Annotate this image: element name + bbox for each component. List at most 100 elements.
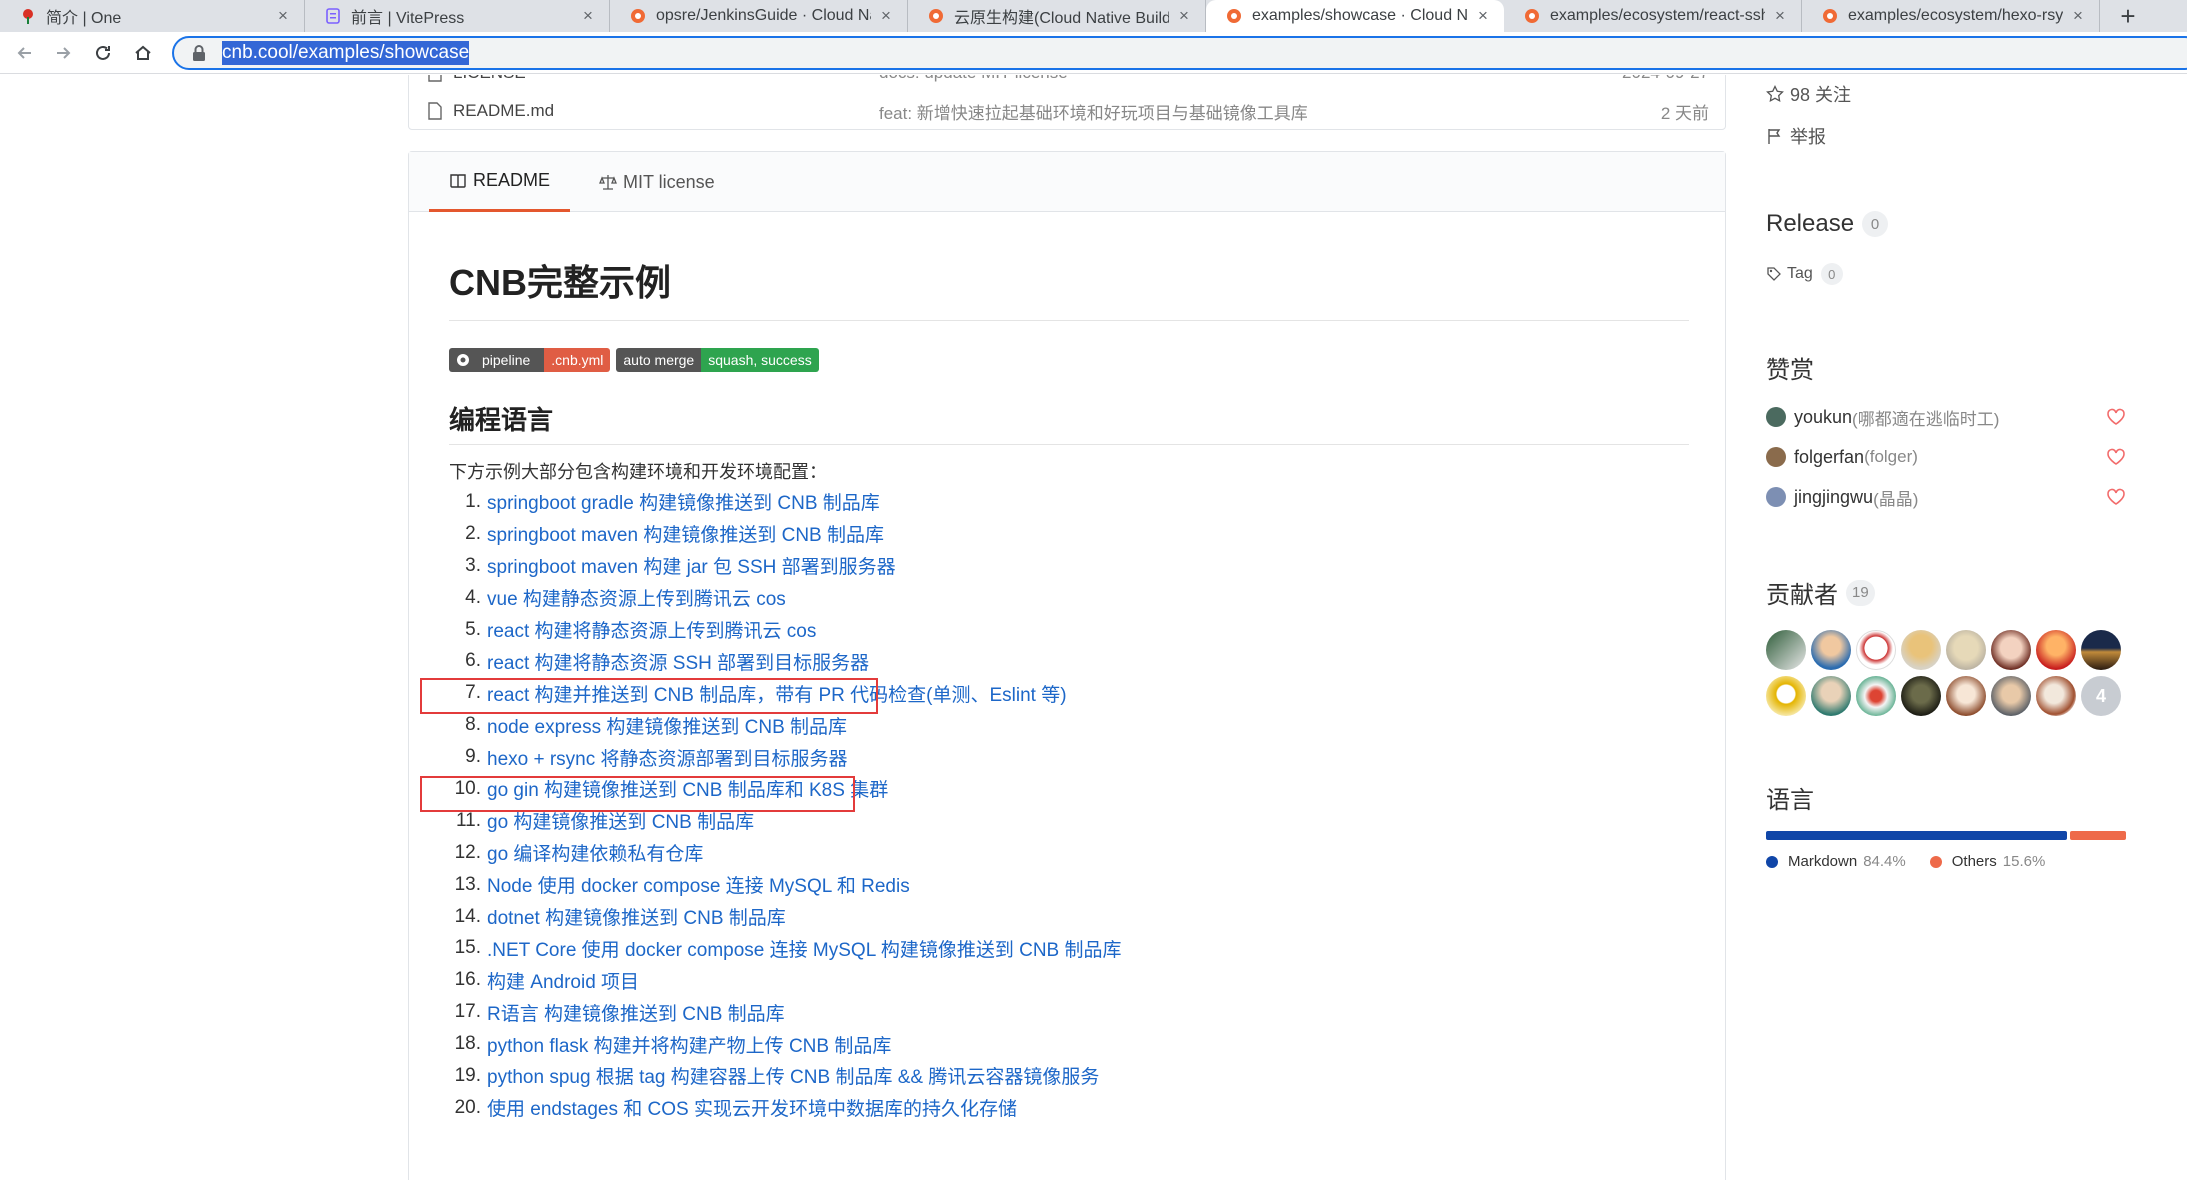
contributor-avatar[interactable] — [1946, 630, 1986, 670]
contributors-count: 19 — [1846, 579, 1875, 606]
home-button[interactable] — [128, 38, 158, 68]
cnb-favicon-icon — [1524, 8, 1540, 24]
example-link[interactable]: python spug 根据 tag 构建容器上传 CNB 制品库 && 腾讯云… — [487, 1062, 1099, 1089]
language-percent: 15.6% — [2002, 853, 2046, 870]
example-link[interactable]: Node 使用 docker compose 连接 MySQL 和 Redis — [487, 871, 910, 898]
example-link[interactable]: go 编译构建依赖私有仓库 — [487, 839, 703, 866]
tab-title: 简介 | One — [46, 10, 122, 27]
readme-title: CNB完整示例 — [449, 262, 671, 303]
sponsors-heading: 赞赏 — [1766, 357, 1814, 384]
example-link[interactable]: springboot maven 构建 jar 包 SSH 部署到服务器 — [487, 552, 896, 579]
close-tab-icon[interactable]: × — [1175, 6, 1193, 26]
back-button[interactable] — [10, 38, 40, 68]
close-tab-icon[interactable]: × — [877, 6, 895, 26]
list-item: 5. react 构建将静态资源上传到腾讯云 cos — [449, 614, 1122, 646]
browser-tab-5-active[interactable]: examples/showcase · Cloud N × — [1206, 0, 1504, 32]
tab-readme[interactable]: README — [429, 152, 571, 212]
contributor-avatar[interactable] — [1901, 676, 1941, 716]
forward-button[interactable] — [48, 38, 78, 68]
example-link[interactable]: node express 构建镜像推送到 CNB 制品库 — [487, 712, 847, 739]
browser-tab-1[interactable]: 简介 | One × — [0, 0, 305, 32]
contributor-avatar[interactable] — [2036, 630, 2076, 670]
browser-tab-6[interactable]: examples/ecosystem/react-ssh × — [1504, 0, 1802, 32]
address-bar[interactable]: cnb.cool/examples/showcase — [172, 36, 2187, 70]
list-number: 9. — [465, 746, 481, 768]
browser-tab-2[interactable]: 前言 | VitePress × — [305, 0, 610, 32]
badge-right: .cnb.yml — [544, 348, 611, 372]
contributor-avatar[interactable] — [1811, 676, 1851, 716]
sponsor-item[interactable]: youkun (哪都適在逃临时工) — [1766, 402, 2126, 432]
more-contributors-badge[interactable]: 4 — [2081, 676, 2121, 716]
commit-message[interactable]: feat: 新增快速拉起基础环境和好玩项目与基础镜像工具库 — [879, 99, 1308, 124]
list-number: 14. — [454, 905, 481, 927]
pipeline-badge[interactable]: pipeline .cnb.yml — [449, 348, 611, 372]
reload-button[interactable] — [88, 38, 118, 68]
tab-license[interactable]: MIT license — [589, 152, 725, 212]
example-link[interactable]: R语言 构建镜像推送到 CNB 制品库 — [487, 999, 785, 1026]
close-tab-icon[interactable]: × — [1771, 6, 1789, 26]
close-tab-icon[interactable]: × — [579, 6, 597, 26]
follow-button[interactable]: 98 关注 — [1766, 81, 1851, 107]
new-tab-button[interactable]: + — [2112, 0, 2144, 32]
browser-tab-7[interactable]: examples/ecosystem/hexo-rsy × — [1802, 0, 2100, 32]
example-link[interactable]: 使用 endstages 和 COS 实现云开发环境中数据库的持久化存储 — [487, 1094, 1017, 1121]
contributors-heading[interactable]: 贡献者 19 — [1766, 575, 1875, 610]
language-bar — [1766, 831, 2126, 840]
url-text[interactable]: cnb.cool/examples/showcase — [222, 41, 470, 65]
file-icon — [428, 75, 442, 82]
report-link[interactable]: 举报 — [1766, 123, 1826, 149]
file-name[interactable]: LICENSE — [453, 75, 526, 83]
example-link[interactable]: .NET Core 使用 docker compose 连接 MySQL 构建镜… — [487, 935, 1122, 962]
commit-message[interactable]: docs: update MIT license — [879, 75, 1068, 83]
contributor-avatar[interactable] — [1766, 630, 1806, 670]
example-link[interactable]: react 构建将静态资源上传到腾讯云 cos — [487, 616, 816, 643]
example-link[interactable]: dotnet 构建镜像推送到 CNB 制品库 — [487, 903, 786, 930]
list-item: 13. Node 使用 docker compose 连接 MySQL 和 Red… — [449, 869, 1122, 901]
book-icon — [450, 173, 466, 188]
contributor-avatar[interactable] — [1946, 676, 1986, 716]
file-row[interactable]: LICENSE docs: update MIT license 2024-09… — [409, 75, 1725, 92]
example-link[interactable]: react 构建将静态资源 SSH 部署到目标服务器 — [487, 648, 869, 675]
browser-tab-3[interactable]: opsre/JenkinsGuide · Cloud Na × — [610, 0, 908, 32]
sponsor-item[interactable]: folgerfan (folger) — [1766, 442, 2126, 472]
contributor-avatar[interactable] — [1856, 676, 1896, 716]
browser-toolbar: cnb.cool/examples/showcase — [0, 32, 2187, 74]
close-tab-icon[interactable]: × — [274, 6, 292, 26]
list-number: 6. — [465, 650, 481, 672]
badge-right: squash, success — [701, 348, 819, 372]
close-tab-icon[interactable]: × — [1474, 6, 1492, 26]
file-list: LICENSE docs: update MIT license 2024-09… — [408, 75, 1726, 130]
example-link[interactable]: hexo + rsync 将静态资源部署到目标服务器 — [487, 744, 848, 771]
browser-tab-4[interactable]: 云原生构建(Cloud Native Build) × — [908, 0, 1206, 32]
file-row[interactable]: README.md feat: 新增快速拉起基础环境和好玩项目与基础镜像工具库 … — [409, 92, 1725, 130]
auto-merge-badge[interactable]: auto merge squash, success — [616, 348, 819, 372]
commit-time: 2024-09-27 — [1622, 75, 1709, 83]
others-dot — [1929, 855, 1942, 868]
file-name[interactable]: README.md — [453, 101, 554, 121]
release-heading[interactable]: Release 0 — [1766, 210, 1889, 238]
report-label: 举报 — [1790, 127, 1826, 147]
example-link[interactable]: springboot gradle 构建镜像推送到 CNB 制品库 — [487, 488, 880, 515]
contributor-avatar[interactable] — [1991, 676, 2031, 716]
example-link[interactable]: 构建 Android 项目 — [487, 967, 639, 994]
tab-title: opsre/JenkinsGuide · Cloud Na — [656, 7, 871, 24]
scale-icon — [599, 175, 617, 190]
tab-title: examples/ecosystem/react-ssh — [1550, 7, 1765, 24]
example-link[interactable]: vue 构建静态资源上传到腾讯云 cos — [487, 584, 786, 611]
rose-favicon-icon — [20, 8, 36, 24]
sponsor-name: youkun — [1794, 406, 1853, 427]
example-link[interactable]: python flask 构建并将构建产物上传 CNB 制品库 — [487, 1031, 891, 1058]
example-link[interactable]: springboot maven 构建镜像推送到 CNB 制品库 — [487, 520, 884, 547]
contributor-avatar[interactable] — [1991, 630, 2031, 670]
contributor-avatar[interactable] — [1901, 630, 1941, 670]
contributor-avatar[interactable] — [2036, 676, 2076, 716]
contributor-avatar[interactable] — [1856, 630, 1896, 670]
list-number: 8. — [465, 714, 481, 736]
contributor-avatar[interactable] — [2081, 630, 2121, 670]
contributor-avatar[interactable] — [1766, 676, 1806, 716]
close-tab-icon[interactable]: × — [2069, 6, 2087, 26]
contributor-avatar[interactable] — [1811, 630, 1851, 670]
sponsor-item[interactable]: jingjingwu (晶晶) — [1766, 482, 2126, 512]
tag-link[interactable]: Tag 0 — [1766, 263, 1843, 285]
list-number: 16. — [454, 969, 481, 991]
